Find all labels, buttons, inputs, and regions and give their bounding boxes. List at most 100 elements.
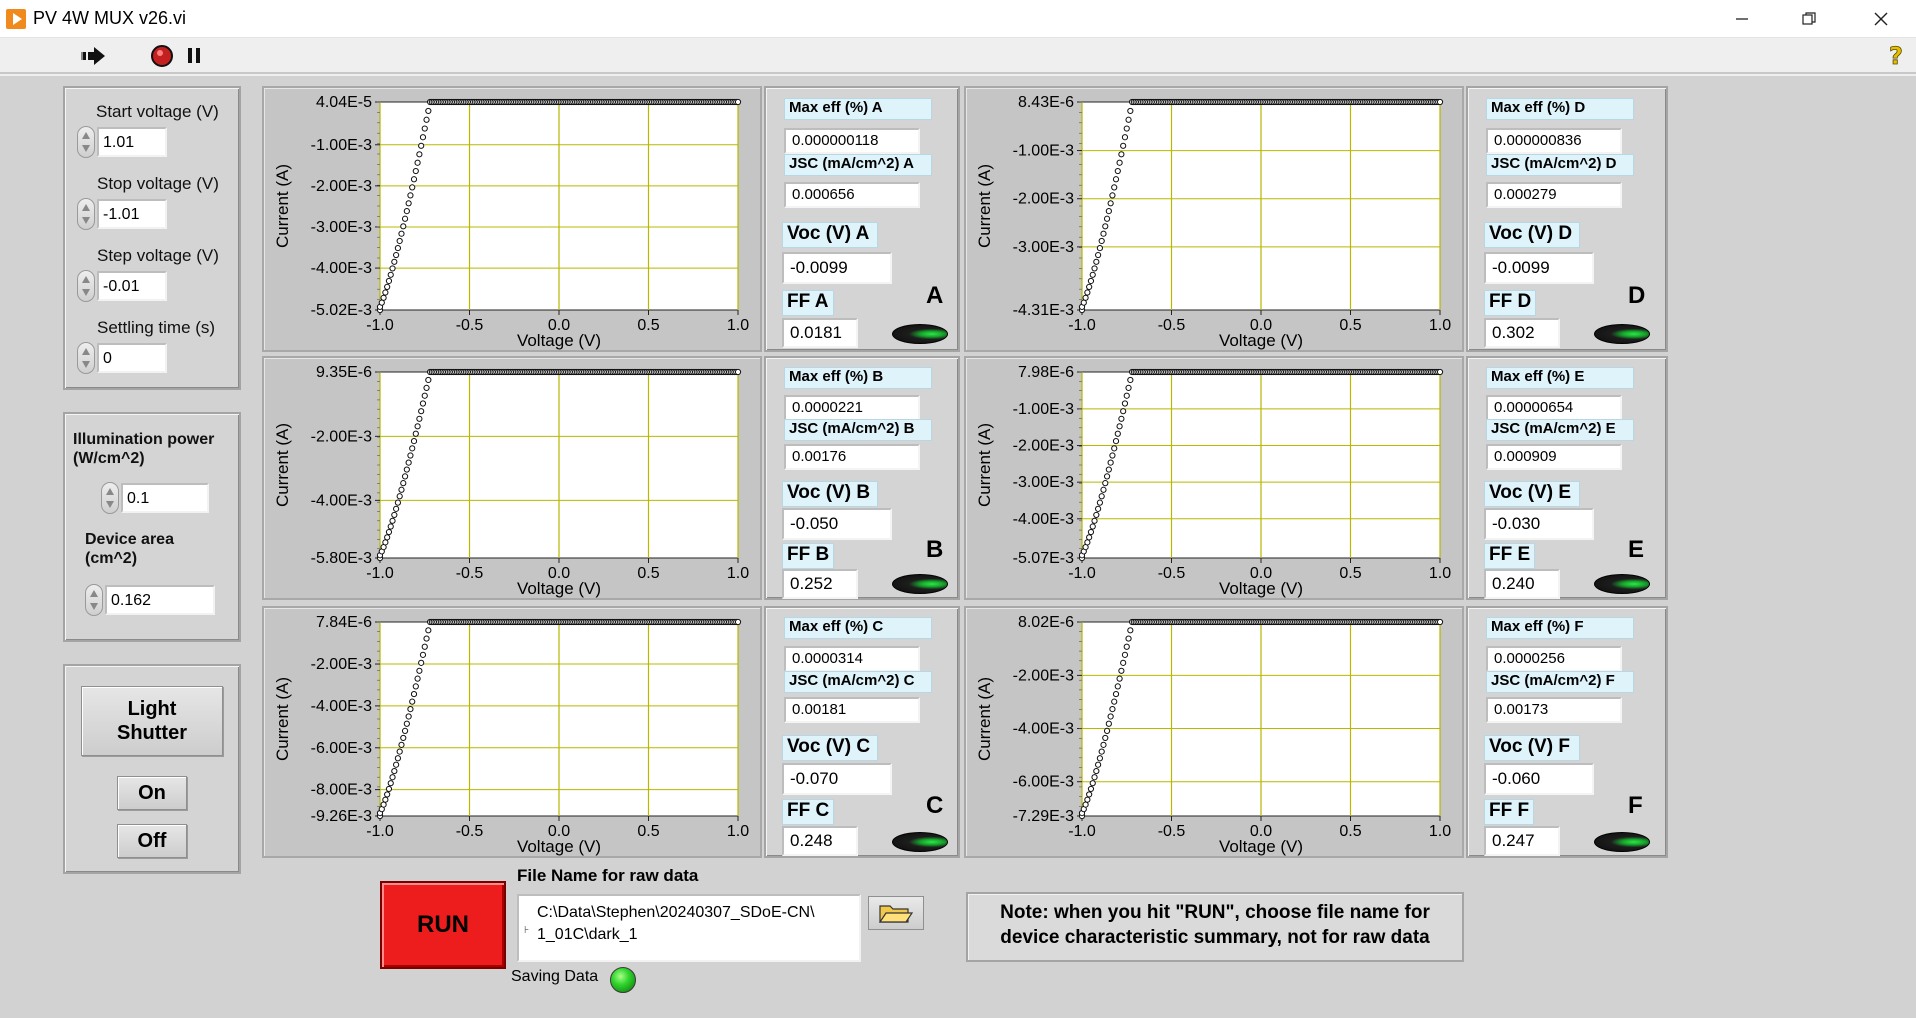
pause-icon[interactable] [186,47,202,65]
x-tick-label-a: 1.0 [727,317,749,334]
svg-text:?: ? [1889,42,1903,68]
minimize-icon [1736,18,1748,20]
iv-chart-c[interactable]: -1.0 -0.5 0.0 0.5 1.07.84E-6-2.00E-3-4.00E-3… [264,608,760,856]
device-area-field[interactable]: 0.162 [105,585,215,615]
browse-folder-button[interactable] [868,896,924,930]
device-letter-f: F [1628,792,1643,819]
shutter-off-button[interactable]: Off [117,824,187,858]
voc-label-d: Voc (V) D [1484,222,1580,248]
data-point-b [385,528,393,536]
step-voltage-field[interactable]: -0.01 [97,271,167,301]
iv-chart-b[interactable]: -1.0 -0.5 0.0 0.5 1.09.35E-6-2.00E-3-4.00E-3… [264,358,760,598]
maxeff-label-b: Max eff (%) B [784,367,932,389]
data-point-d [1082,294,1089,301]
iv-chart-f[interactable]: -1.0 -0.5 0.0 0.5 1.08.02E-6-2.00E-3-4.00E-3… [966,608,1462,856]
jsc-value-c: 0.00181 [784,697,920,723]
data-point-c [734,618,742,626]
note-text: Note: when you hit "RUN", choose file na… [1000,902,1430,948]
light-shutter-button[interactable]: Light Shutter [81,686,223,756]
run-arrow-icon[interactable] [80,45,108,67]
ff-value-b: 0.252 [782,569,858,599]
data-point-b [403,466,410,473]
device-area-spinner[interactable] [85,584,103,616]
settling-time-field[interactable]: 0 [97,343,167,373]
data-point-a [421,125,428,132]
data-point-c [384,791,391,798]
illumination-power-field[interactable]: 0.1 [121,483,209,513]
jsc-value-f: 0.00173 [1486,697,1622,723]
data-point-f [1096,755,1103,762]
iv-chart-a[interactable]: -1.0 -0.5 0.0 0.5 1.04.04E-5-1.00E-3-2.00E-3… [264,88,760,350]
results-panel-a: Max eff (%) A 0.000000118 JSC (mA/cm^2) A 0… [764,86,960,352]
data-point-c [382,796,389,803]
data-point-f [1121,651,1129,658]
illumination-power-spinner[interactable] [101,482,119,514]
step-voltage-control[interactable]: -0.01 [77,270,187,302]
x-tick-label-d: 1.0 [1429,317,1451,334]
data-point-f [1114,683,1121,690]
data-point-b [389,517,396,524]
data-point-e [1118,415,1125,422]
results-panel-b: Max eff (%) B 0.0000221 JSC (mA/cm^2) B 0.0… [764,356,960,600]
ff-label-e: FF E [1484,543,1536,569]
graph-b-frame: -1.0 -0.5 0.0 0.5 1.0 9.35E-6 -2.00E-3 -4.00E-3… [262,356,762,600]
y-tick-label-a: -4.00E-3 [311,260,372,277]
start-voltage-field[interactable]: 1.01 [97,127,167,157]
shutter-on-button[interactable]: On [117,776,187,810]
data-point-b [734,368,742,376]
x-tick-label-a: -1.0 [366,317,394,334]
maxeff-value-a: 0.000000118 [784,128,920,154]
maxeff-label-e: Max eff (%) E [1486,367,1634,389]
jsc-label-a: JSC (mA/cm^2) A [784,154,932,176]
minimize-button[interactable] [1714,0,1770,38]
data-point-b [416,415,423,422]
settling-time-control[interactable]: 0 [77,342,187,374]
raw-data-path-field[interactable]: ⊦ C:\Data\Stephen\20240307_SDoE-CN\ 1_01… [517,894,861,962]
data-point-f [1109,706,1116,713]
device-f-led [1594,832,1650,852]
toolbar: ? [0,38,1916,74]
stop-voltage-spinner[interactable] [77,198,95,230]
context-help-icon[interactable]: ? [1886,42,1906,68]
data-point-c [396,748,403,755]
data-point-d [1121,134,1129,141]
start-voltage-control[interactable]: 1.01 [77,126,187,158]
data-point-c [394,755,401,762]
data-point-f [1084,796,1091,803]
data-point-b [391,511,398,519]
start-voltage-spinner[interactable] [77,126,95,158]
data-point-d [1096,244,1103,252]
ff-label-f: FF F [1484,799,1535,825]
device-area-control[interactable]: 0.162 [85,584,221,616]
data-point-f [1093,767,1100,775]
data-point-e [1109,452,1116,459]
step-voltage-spinner[interactable] [77,270,95,302]
iv-chart-d[interactable]: -1.0 -0.5 0.0 0.5 1.08.43E-6-1.00E-3-2.00E-3… [966,88,1462,350]
device-b-led [892,574,948,594]
x-axis-label-b: Voltage (V) [517,579,601,598]
close-button[interactable] [1853,0,1909,38]
data-point-d [1084,289,1091,296]
data-point-a [389,265,396,272]
ff-value-d: 0.302 [1484,318,1560,348]
illumination-power-control[interactable]: 0.1 [101,482,221,514]
x-tick-label-a: 0.5 [637,317,659,334]
close-icon [1874,12,1888,26]
data-point-f [1123,643,1130,650]
data-point-f [1127,627,1134,634]
step-voltage-label: Step voltage (V) [97,246,219,265]
voc-value-f: -0.060 [1484,763,1594,795]
data-point-d [1116,159,1123,166]
restore-button[interactable] [1781,0,1837,38]
run-button[interactable]: RUN [380,881,506,969]
abort-stop-icon[interactable] [150,44,174,68]
data-point-b [405,459,412,466]
iv-chart-e[interactable]: -1.0 -0.5 0.0 0.5 1.07.98E-6-1.00E-3-2.00E-3… [966,358,1462,598]
data-point-a [396,237,403,245]
stop-voltage-field[interactable]: -1.01 [97,199,167,229]
data-point-a [403,207,410,215]
settling-time-spinner[interactable] [77,342,95,374]
stop-voltage-control[interactable]: -1.01 [77,198,187,230]
voc-label-b: Voc (V) B [782,481,878,507]
y-axis-label-c: Current (A) [273,677,292,761]
